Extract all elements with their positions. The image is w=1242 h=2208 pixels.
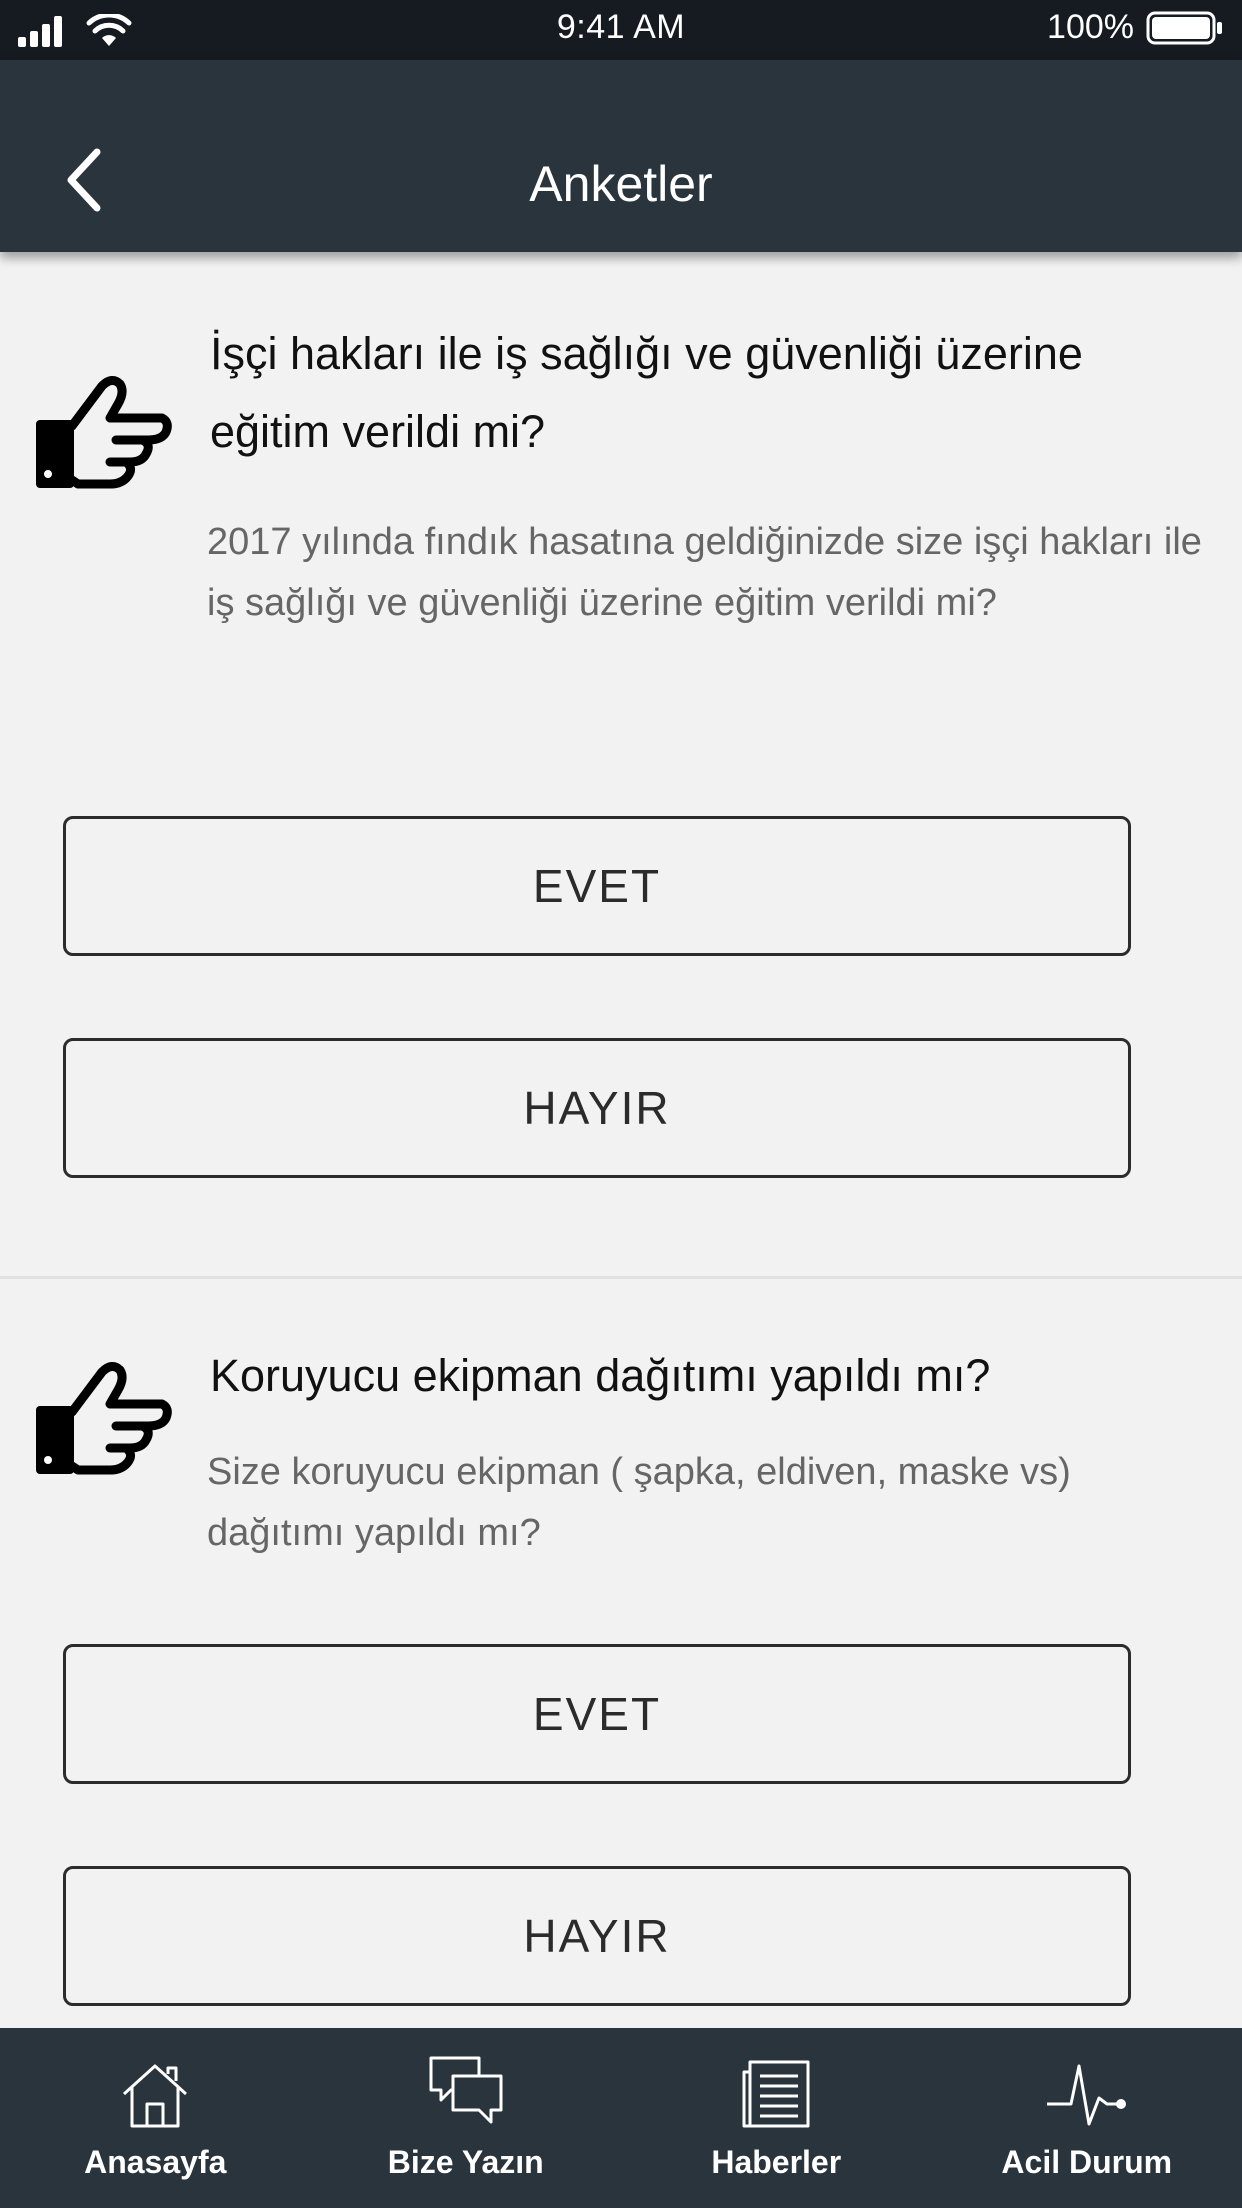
yes-button[interactable]: EVET [63,1644,1131,1784]
tab-label: Anasayfa [84,2144,227,2180]
tab-haberler[interactable]: Haberler [621,2028,932,2208]
question-description: 2017 yılında fındık hasatına geldiğinizd… [207,521,1202,624]
chat-bubbles-icon [429,2056,503,2124]
tab-anasayfa[interactable]: Anasayfa [0,2028,311,2208]
heartbeat-icon [1046,2064,1126,2126]
heartbeat-icon-wrap [1045,2046,1129,2130]
question-title: Koruyucu ekipman dağıtımı yapıldı mı? [210,1350,991,1401]
news-icon-wrap [740,2046,812,2130]
nav-bar: Anketler [0,60,1242,252]
status-right: 100% [1047,8,1224,47]
no-button[interactable]: HAYIR [63,1038,1131,1178]
tab-bize-yazin[interactable]: Bize Yazın [311,2028,622,2208]
question-title: İşçi hakları ile iş sağlığı ve güvenliği… [210,328,1083,457]
survey-list[interactable]: İşçi hakları ile iş sağlığı ve güvenliği… [0,252,1242,2028]
battery-icon [1146,11,1222,44]
survey-card: Koruyucu ekipman dağıtımı yapıldı mı? Si… [0,1278,1242,2028]
status-bar: 9:41 AM 100% [0,0,1242,60]
home-icon-wrap [120,2046,190,2130]
battery-percentage: 100% [1047,8,1134,46]
page-title: Anketler [529,156,713,212]
yes-button[interactable]: EVET [63,816,1131,956]
tab-acil-durum[interactable]: Acil Durum [932,2028,1242,2208]
tab-bar: Anasayfa Bize Yazın Haberler Acil Durum [0,2028,1242,2208]
news-icon [742,2060,810,2128]
pointing-hand-icon [36,1362,172,1475]
home-icon [123,2064,188,2128]
survey-card: İşçi hakları ile iş sağlığı ve güvenliği… [0,252,1242,1276]
question-description: Size koruyucu ekipman ( şapka, eldiven, … [207,1451,1071,1554]
pointing-hand-icon [36,376,172,489]
no-button[interactable]: HAYIR [63,1866,1131,2006]
tab-label: Acil Durum [1001,2144,1173,2180]
chat-icon-wrap [427,2046,505,2130]
tab-label: Haberler [711,2144,842,2180]
tab-label: Bize Yazın [387,2144,544,2180]
